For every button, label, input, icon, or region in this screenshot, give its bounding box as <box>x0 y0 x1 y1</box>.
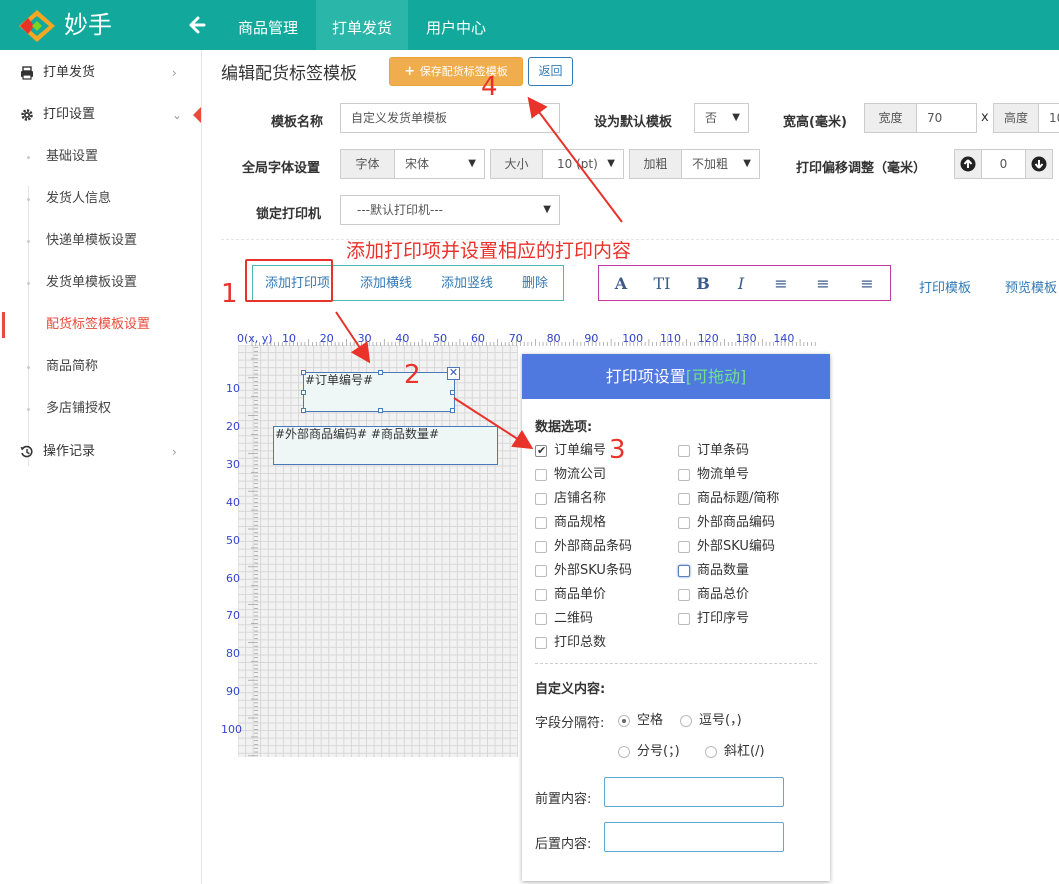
annotation-arrows <box>335 96 623 450</box>
